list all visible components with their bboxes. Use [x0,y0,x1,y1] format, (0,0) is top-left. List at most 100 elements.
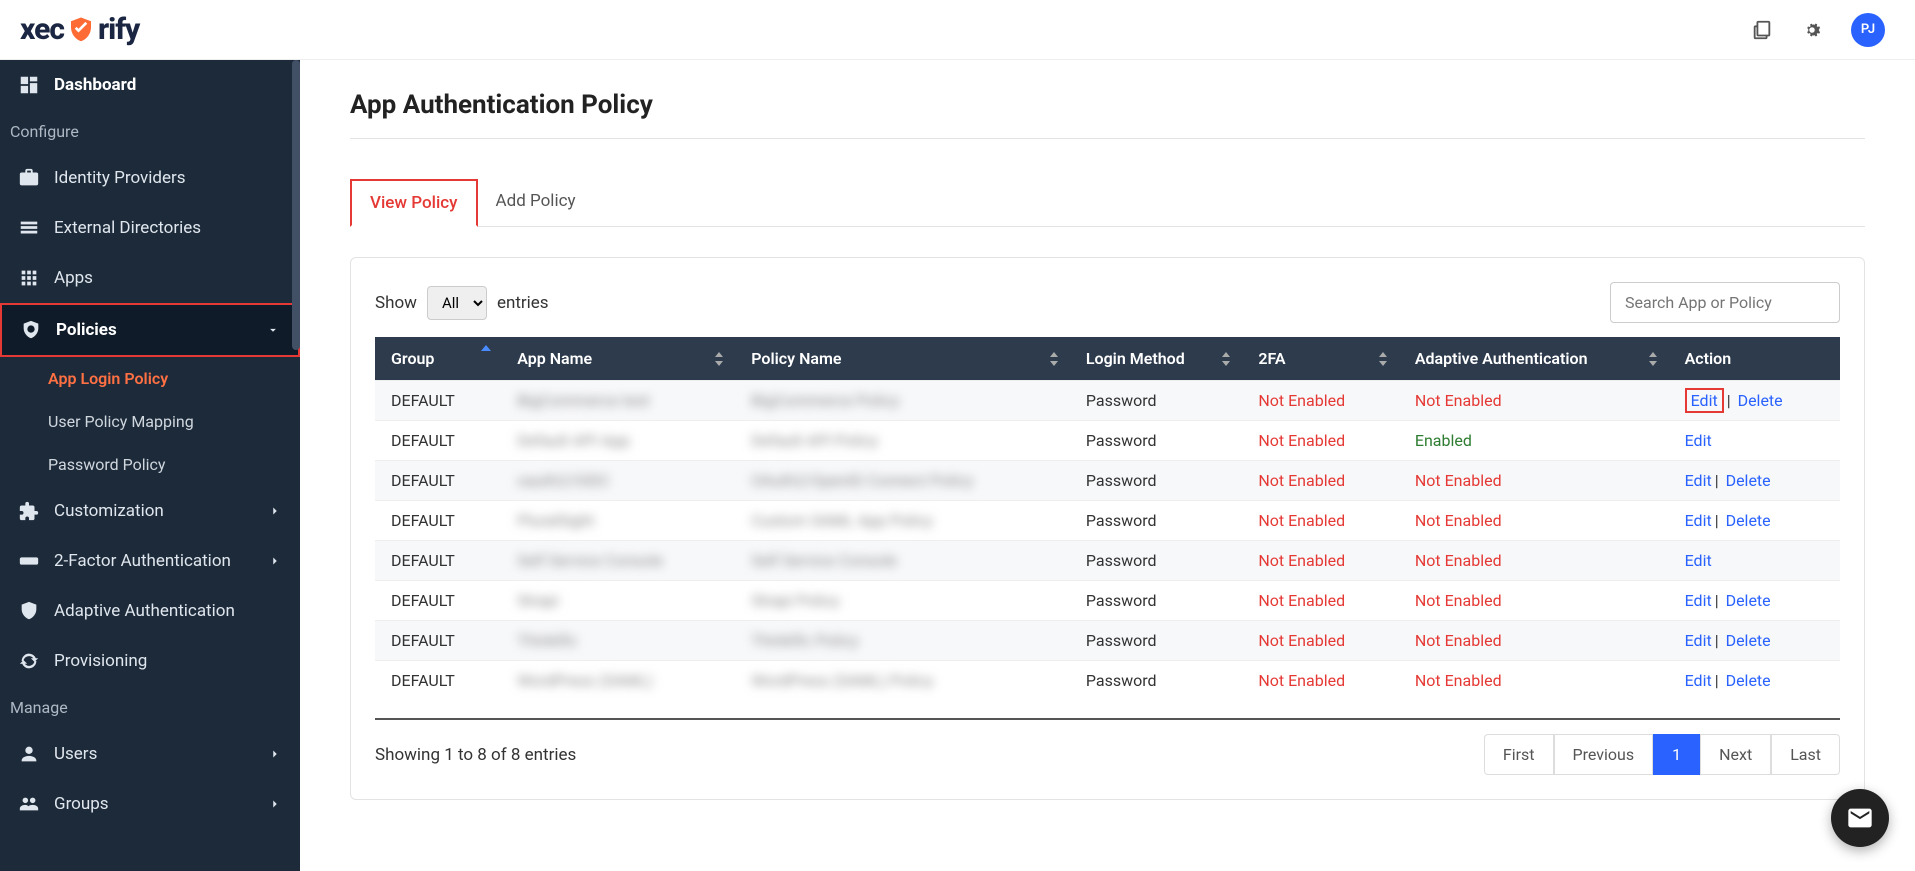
table-row: DEFAULT oauth2/OIDC OAuth2/OpenID Connec… [375,461,1840,501]
sidebar-label: Dashboard [54,75,136,95]
sidebar-item-adaptive-auth[interactable]: Adaptive Authentication [0,586,300,636]
cell-policy-name: Self Service Console [735,541,1070,581]
page-title: App Authentication Policy [350,90,1865,139]
col-login-method[interactable]: Login Method [1070,337,1242,381]
cell-action: Edit| Delete [1669,661,1840,701]
chevron-right-icon [268,797,282,811]
cell-policy-name: OAuth2/OpenID Connect Policy [735,461,1070,501]
tab-view-policy[interactable]: View Policy [350,179,478,227]
cell-2fa: Not Enabled [1242,621,1399,661]
col-adaptive[interactable]: Adaptive Authentication [1399,337,1669,381]
entries-label: entries [497,293,549,313]
cell-app-name: Self Service Console [501,541,735,581]
page-first[interactable]: First [1484,734,1554,775]
sidebar-item-2fa[interactable]: 2-Factor Authentication [0,536,300,586]
edit-link[interactable]: Edit [1685,471,1712,490]
scrollbar-thumb[interactable] [292,60,300,350]
delete-link[interactable]: Delete [1726,471,1771,490]
delete-link[interactable]: Delete [1738,391,1783,410]
action-separator: | [1715,471,1719,490]
dashboard-icon [18,74,40,96]
cell-policy-name: BigCommerce Policy [735,381,1070,421]
cell-2fa: Not Enabled [1242,421,1399,461]
logo-text-pre: xec [20,12,64,47]
cell-app-name: Strapi [501,581,735,621]
sidebar-sub-user-policy-mapping[interactable]: User Policy Mapping [0,400,300,443]
cell-2fa: Not Enabled [1242,661,1399,701]
col-group[interactable]: Group [375,337,501,381]
cell-adaptive: Not Enabled [1399,621,1669,661]
sidebar-item-identity-providers[interactable]: Identity Providers [0,153,300,203]
docs-icon[interactable] [1751,19,1773,41]
edit-link[interactable]: Edit [1685,631,1712,650]
chat-button[interactable] [1831,789,1889,847]
page-1[interactable]: 1 [1653,734,1700,775]
sidebar-item-dashboard[interactable]: Dashboard [0,60,300,110]
avatar[interactable]: PJ [1851,13,1885,47]
topbar: xec rify PJ [0,0,1915,60]
logo: xec rify [20,12,139,47]
cell-2fa: Not Enabled [1242,581,1399,621]
sort-icon [1647,352,1659,366]
sidebar-item-apps[interactable]: Apps [0,253,300,303]
col-policy-name[interactable]: Policy Name [735,337,1070,381]
chevron-right-icon [268,554,282,568]
logo-text-post: rify [98,12,139,47]
edit-link[interactable]: Edit [1685,591,1712,610]
edit-link[interactable]: Edit [1685,388,1724,413]
table-row: DEFAULT WordPress (SAML) WordPress (SAML… [375,661,1840,701]
sidebar-sub-password-policy[interactable]: Password Policy [0,443,300,486]
delete-link[interactable]: Delete [1726,591,1771,610]
shield-check-icon [20,319,42,341]
sort-icon [713,352,725,366]
sidebar-item-external-directories[interactable]: External Directories [0,203,300,253]
delete-link[interactable]: Delete [1726,631,1771,650]
main-content: App Authentication Policy View Policy Ad… [300,60,1915,871]
entries-select[interactable]: All [427,286,487,320]
search-input[interactable] [1610,282,1840,323]
sidebar-item-policies[interactable]: Policies [0,303,300,357]
pagination: First Previous 1 Next Last [1484,734,1840,775]
footer-info: Showing 1 to 8 of 8 entries [375,745,576,765]
table-row: DEFAULT Thinkific Thinkific Policy Passw… [375,621,1840,661]
sync-icon [18,650,40,672]
sidebar: Dashboard Configure Identity Providers E… [0,60,300,871]
cell-app-name: oauth2/OIDC [501,461,735,501]
sidebar-item-provisioning[interactable]: Provisioning [0,636,300,686]
sidebar-sub-app-login-policy[interactable]: App Login Policy [0,357,300,400]
sidebar-item-users[interactable]: Users [0,729,300,779]
cell-2fa: Not Enabled [1242,381,1399,421]
cell-login-method: Password [1070,621,1242,661]
show-label: Show [375,293,417,313]
delete-link[interactable]: Delete [1726,671,1771,690]
edit-link[interactable]: Edit [1685,671,1712,690]
tabs: View Policy Add Policy [350,179,1865,227]
sidebar-label: Customization [54,501,164,521]
grid-icon [18,267,40,289]
page-last[interactable]: Last [1771,734,1840,775]
edit-link[interactable]: Edit [1685,431,1712,450]
table-row: DEFAULT Self Service Console Self Servic… [375,541,1840,581]
action-separator: | [1715,591,1719,610]
col-2fa[interactable]: 2FA [1242,337,1399,381]
col-app-name[interactable]: App Name [501,337,735,381]
cell-login-method: Password [1070,541,1242,581]
gear-icon[interactable] [1801,19,1823,41]
sidebar-item-groups[interactable]: Groups [0,779,300,829]
topbar-right: PJ [1751,13,1885,47]
sidebar-label: Apps [54,268,93,288]
puzzle-icon [18,500,40,522]
page-prev[interactable]: Previous [1554,734,1654,775]
tab-add-policy[interactable]: Add Policy [478,179,594,226]
cell-adaptive: Not Enabled [1399,501,1669,541]
edit-link[interactable]: Edit [1685,511,1712,530]
cell-adaptive: Not Enabled [1399,381,1669,421]
delete-link[interactable]: Delete [1726,511,1771,530]
cell-adaptive: Enabled [1399,421,1669,461]
edit-link[interactable]: Edit [1685,551,1712,570]
sidebar-item-customization[interactable]: Customization [0,486,300,536]
table-controls: Show All entries [375,282,1840,323]
cell-app-name: Thinkific [501,621,735,661]
page-next[interactable]: Next [1700,734,1771,775]
cell-group: DEFAULT [375,501,501,541]
